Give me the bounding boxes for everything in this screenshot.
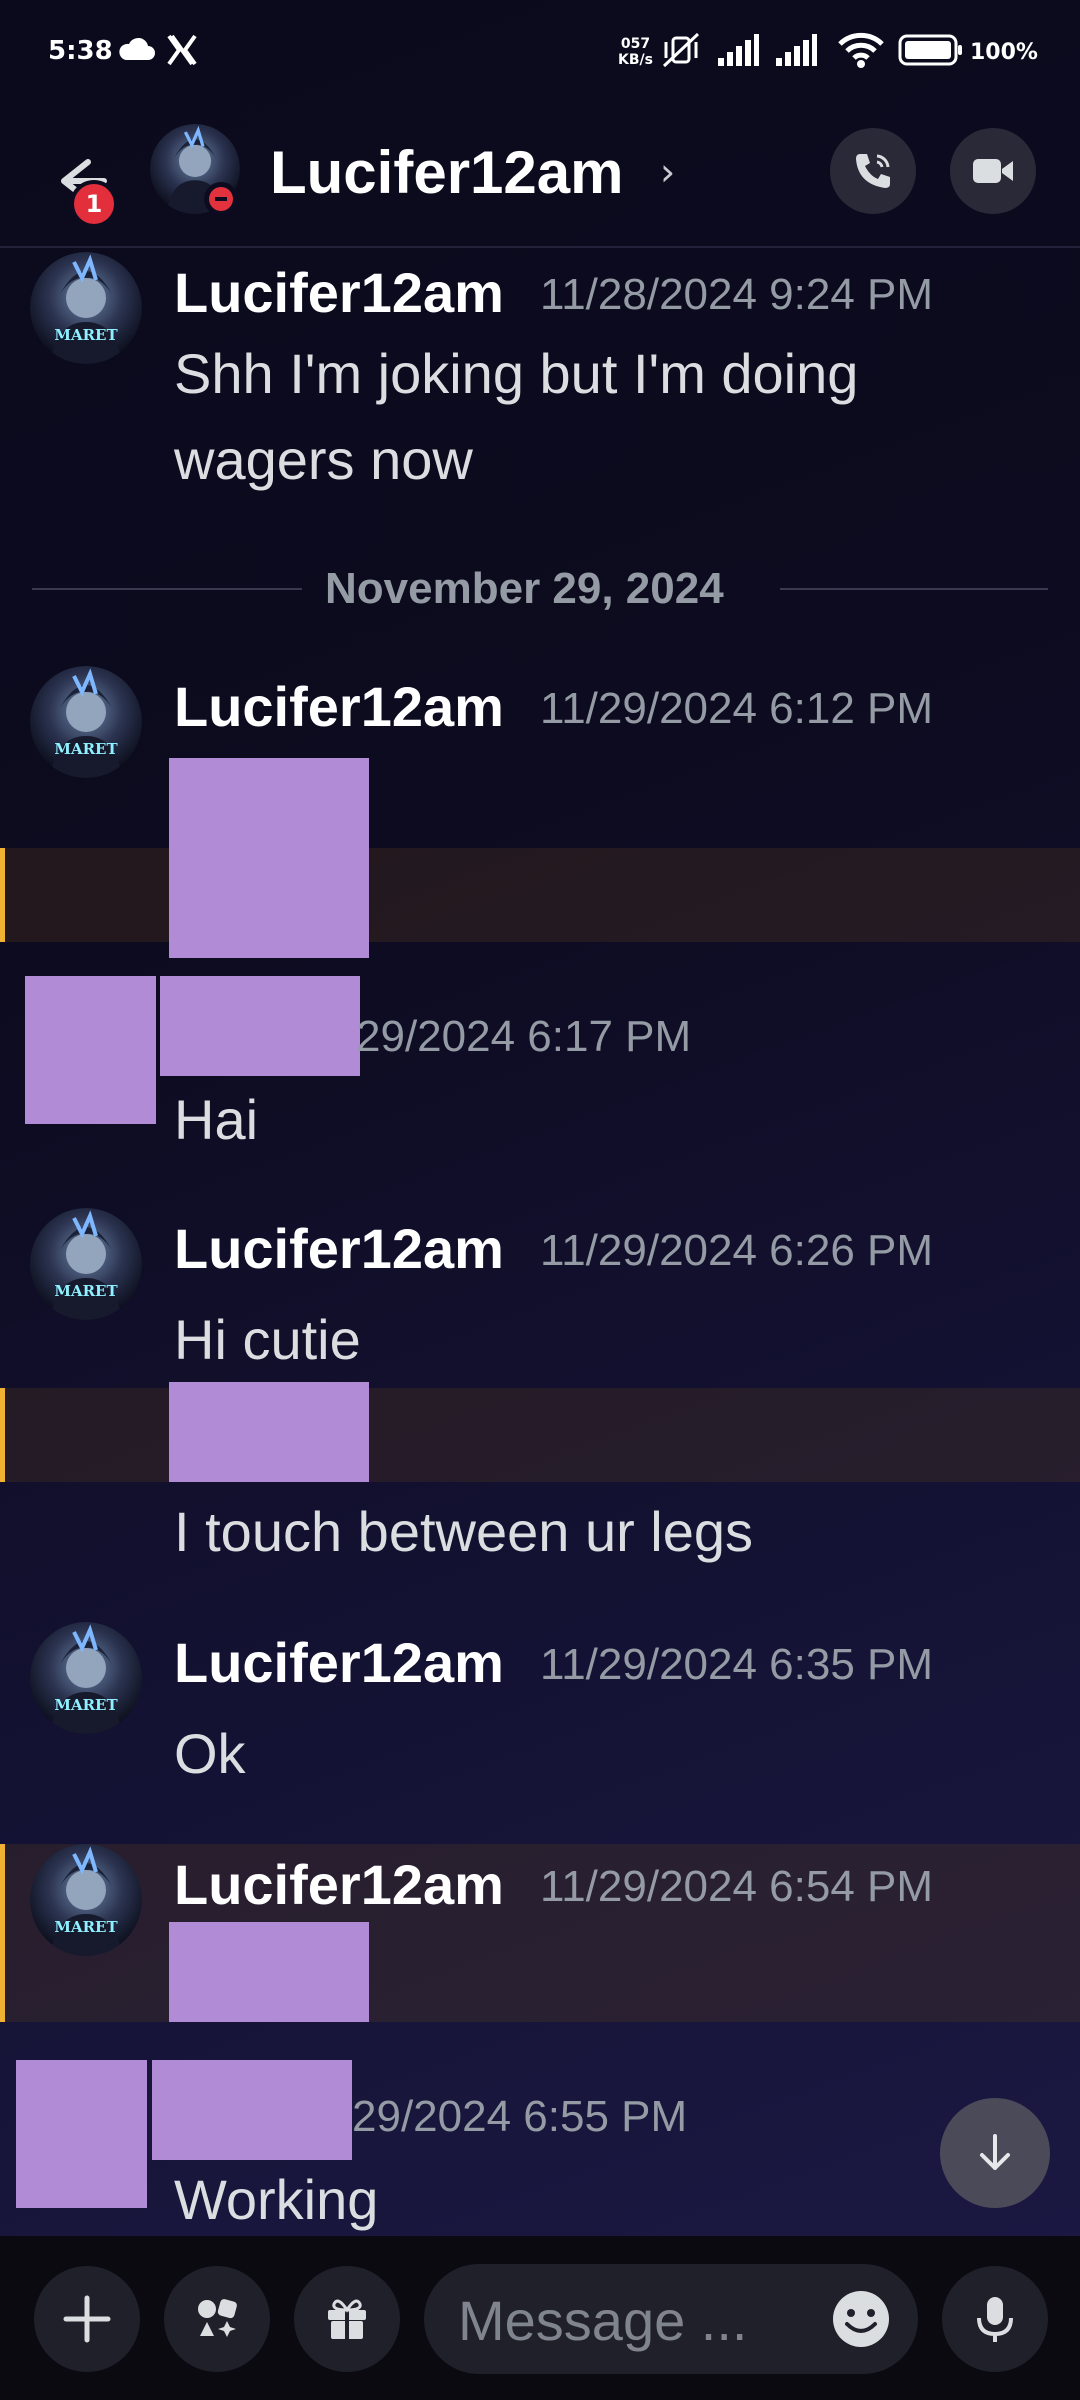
message-text: Shh I'm joking but I'm doing: [174, 342, 859, 405]
apps-button[interactable]: [164, 2266, 270, 2372]
composer-bar: Message ...: [0, 2236, 1080, 2400]
username[interactable]: Lucifer12am: [174, 1216, 504, 1281]
timestamp: 11/29/2024 6:54 PM: [540, 1862, 934, 1911]
battery-icon: [898, 34, 962, 66]
redacted-block: [169, 758, 369, 958]
username[interactable]: Lucifer12am: [174, 1852, 504, 1917]
message-text: Ok: [174, 1722, 246, 1785]
divider-line: [780, 588, 1048, 590]
timestamp: 11/28/2024 9:24 PM: [540, 270, 934, 319]
arrow-down-icon: [980, 2134, 1010, 2170]
battery-percent: 100%: [970, 40, 1038, 65]
network-speed: 057 KB/s: [618, 36, 653, 68]
timestamp: 29/2024 6:17 PM: [356, 1012, 692, 1061]
emoji-icon[interactable]: [830, 2288, 892, 2350]
avatar[interactable]: MARET: [30, 666, 142, 778]
gift-icon: [328, 2299, 366, 2339]
username[interactable]: Lucifer12am: [174, 674, 504, 739]
voice-call-button[interactable]: [830, 128, 916, 214]
cloud-icon: [119, 37, 155, 60]
message-text: Working: [174, 2168, 379, 2231]
x-app-icon: [167, 34, 197, 66]
redacted-block: [16, 2060, 147, 2208]
status-bar: 5:38 057 KB/s 100%: [0, 0, 1080, 110]
avatar-logo-text: MARET: [54, 326, 118, 344]
video-icon: [973, 159, 1013, 183]
mention-highlight: [0, 1388, 1080, 1482]
redacted-block: [169, 1382, 369, 1482]
timestamp: 11/29/2024 6:35 PM: [540, 1640, 934, 1689]
message-text: Hi cutie: [174, 1308, 361, 1371]
divider-line: [32, 588, 302, 590]
avatar-image: MARET: [30, 1622, 142, 1734]
avatar-logo-text: MARET: [54, 1696, 118, 1714]
vibrate-off-icon: [662, 32, 700, 68]
timestamp: 11/29/2024 6:26 PM: [540, 1226, 934, 1275]
phone-icon: [856, 154, 890, 188]
avatar-image: MARET: [30, 666, 142, 778]
timestamp: 11/29/2024 6:12 PM: [540, 684, 934, 733]
plus-icon: [63, 2295, 111, 2343]
message-placeholder: Message ...: [458, 2289, 748, 2352]
message-text: Hai: [174, 1088, 259, 1151]
message-list[interactable]: MARET Lucifer12am 11/28/2024 9:24 PM Shh…: [0, 246, 1080, 2236]
attach-button[interactable]: [34, 2266, 140, 2372]
status-time: 5:38: [48, 36, 113, 66]
avatar[interactable]: MARET: [30, 1208, 142, 1320]
apps-icon: [198, 2299, 237, 2337]
redacted-block: [160, 976, 360, 1076]
jump-to-bottom-button[interactable]: [940, 2098, 1050, 2208]
voice-message-button[interactable]: [942, 2266, 1048, 2372]
gift-button[interactable]: [294, 2266, 400, 2372]
wifi-icon: [838, 32, 884, 68]
dnd-status-icon: [204, 182, 238, 216]
message-text: wagers now: [174, 428, 473, 491]
username[interactable]: Lucifer12am: [174, 1630, 504, 1695]
redacted-block: [152, 2060, 352, 2160]
signal-icon: [718, 34, 759, 66]
avatar-logo-text: MARET: [54, 740, 118, 758]
avatar[interactable]: MARET: [30, 1844, 142, 1956]
chevron-right-icon[interactable]: ›: [660, 150, 675, 194]
unread-badge: 1: [70, 180, 118, 228]
avatar-logo-text: MARET: [54, 1918, 118, 1936]
timestamp: 29/2024 6:55 PM: [352, 2092, 688, 2141]
redacted-block: [25, 976, 156, 1124]
avatar-image: MARET: [30, 252, 142, 364]
message-text: I touch between ur legs: [174, 1500, 754, 1563]
avatar-logo-text: MARET: [54, 1282, 118, 1300]
mention-highlight: [0, 848, 1080, 942]
mic-icon: [977, 2297, 1013, 2342]
video-call-button[interactable]: [950, 128, 1036, 214]
avatar-image: MARET: [30, 1844, 142, 1956]
avatar-image: MARET: [30, 1208, 142, 1320]
signal-icon-2: [776, 34, 817, 66]
username[interactable]: Lucifer12am: [174, 260, 504, 325]
date-divider: November 29, 2024: [325, 564, 724, 613]
avatar[interactable]: MARET: [30, 252, 142, 364]
redacted-block: [169, 1922, 369, 2022]
message-input[interactable]: Message ...: [424, 2264, 918, 2374]
channel-header: 1 Lucifer12am ›: [0, 110, 1080, 248]
channel-title[interactable]: Lucifer12am: [270, 138, 624, 207]
avatar[interactable]: MARET: [30, 1622, 142, 1734]
